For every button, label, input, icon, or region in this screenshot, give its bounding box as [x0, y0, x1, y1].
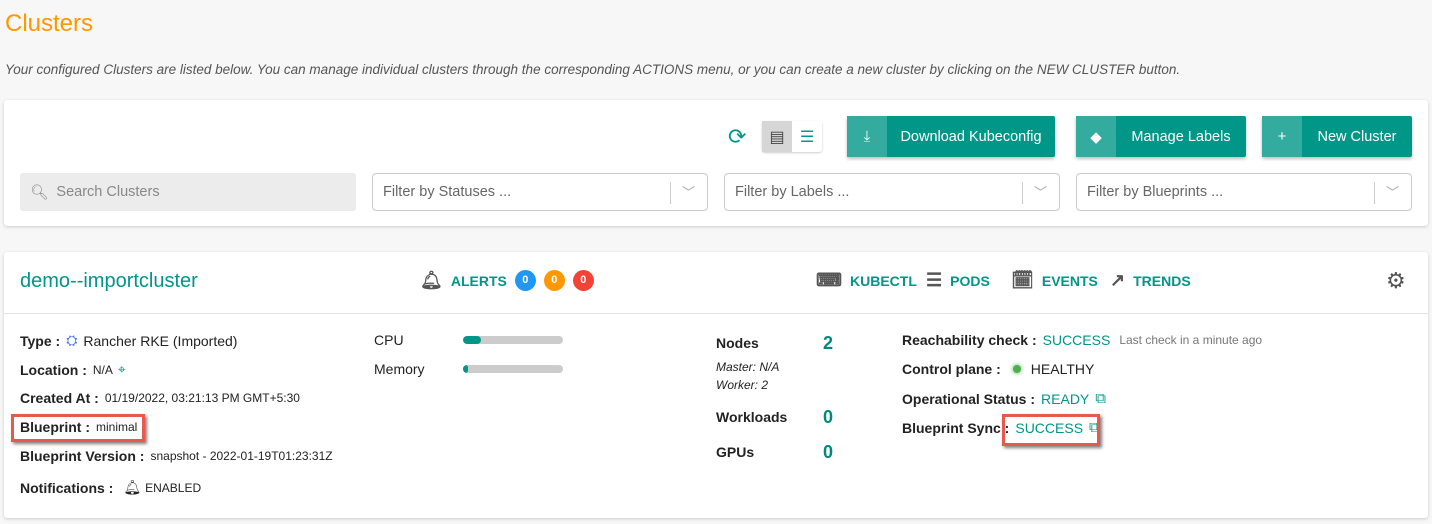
filter-blueprints-select[interactable]: Filter by Blueprints ... ﹀ — [1076, 173, 1412, 211]
highlight-box — [11, 414, 145, 442]
alerts[interactable]: 🔔︎ ALERTS 0 0 0 — [420, 270, 594, 291]
chevron-down-icon: ﹀ — [1385, 185, 1399, 200]
tag-icon: ◆ — [1076, 116, 1116, 157]
cluster-card: demo--importcluster 🔔︎ ALERTS 0 0 0 ⌨ KUBE… — [4, 252, 1428, 518]
toolbar-card: ⟳ ▤ ☰ ⤓ Download Kubeconfig ◆ Manage Label… — [4, 100, 1428, 226]
divider — [4, 313, 1428, 314]
filter-labels-select[interactable]: Filter by Labels ... ﹀ — [724, 173, 1060, 211]
card-view-icon[interactable]: ▤ — [762, 121, 792, 152]
page-title: Clusters — [5, 10, 94, 37]
location-icon[interactable]: ⌖ — [118, 361, 126, 378]
memory-bar — [463, 365, 563, 373]
alert-count-info: 0 — [514, 270, 536, 291]
kubectl-action[interactable]: ⌨ KUBECTL — [816, 270, 917, 291]
rancher-logo-icon: ⛭ — [66, 332, 78, 348]
alert-count-critical: 0 — [572, 270, 594, 291]
nodes-count: 2 — [823, 333, 834, 353]
cpu-bar — [463, 336, 563, 344]
pods-action[interactable]: ☰ PODS — [926, 270, 990, 291]
list-view-icon[interactable]: ☰ — [792, 121, 822, 152]
highlight-box — [1002, 414, 1100, 446]
download-kubeconfig-button[interactable]: ⤓ Download Kubeconfig — [847, 116, 1055, 157]
page-subtitle: Your configured Clusters are listed belo… — [5, 62, 1181, 77]
filter-statuses-select[interactable]: Filter by Statuses ... ﹀ — [372, 173, 708, 211]
gpus-count: 0 — [823, 442, 834, 462]
chevron-down-icon: ﹀ — [1033, 185, 1047, 200]
bell-icon: 🔔︎ — [123, 479, 142, 495]
memory-label: Memory — [374, 361, 425, 377]
terminal-icon: ⌨ — [816, 270, 842, 290]
search-input[interactable] — [56, 184, 337, 200]
gear-icon[interactable]: ⚙ — [1386, 268, 1406, 294]
workloads-count: 0 — [823, 407, 834, 427]
new-cluster-button[interactable]: + New Cluster — [1262, 116, 1412, 157]
plus-icon: + — [1262, 116, 1302, 157]
bell-icon: 🔔︎ — [420, 270, 443, 290]
chevron-down-icon: ﹀ — [681, 185, 695, 200]
refresh-icon[interactable]: ⟳ — [728, 124, 746, 150]
trends-action[interactable]: ↗ TRENDS — [1110, 270, 1191, 291]
external-link-icon[interactable]: ⧉ — [1095, 390, 1106, 407]
status-dot-icon — [1012, 365, 1021, 373]
cluster-name[interactable]: demo--importcluster — [20, 270, 198, 293]
events-action[interactable]: 🗓︎ EVENTS — [1011, 270, 1098, 291]
download-icon: ⤓ — [847, 116, 887, 157]
calendar-icon: 🗓︎ — [1011, 270, 1034, 290]
trending-up-icon: ↗ — [1110, 270, 1126, 290]
cpu-label: CPU — [374, 332, 404, 348]
list-icon: ☰ — [926, 270, 943, 290]
search-clusters[interactable]: 🔍︎ — [20, 173, 356, 211]
manage-labels-button[interactable]: ◆ Manage Labels — [1076, 116, 1246, 157]
alert-count-warning: 0 — [543, 270, 565, 291]
search-icon: 🔍︎ — [30, 184, 49, 201]
view-toggle[interactable]: ▤ ☰ — [762, 121, 822, 152]
